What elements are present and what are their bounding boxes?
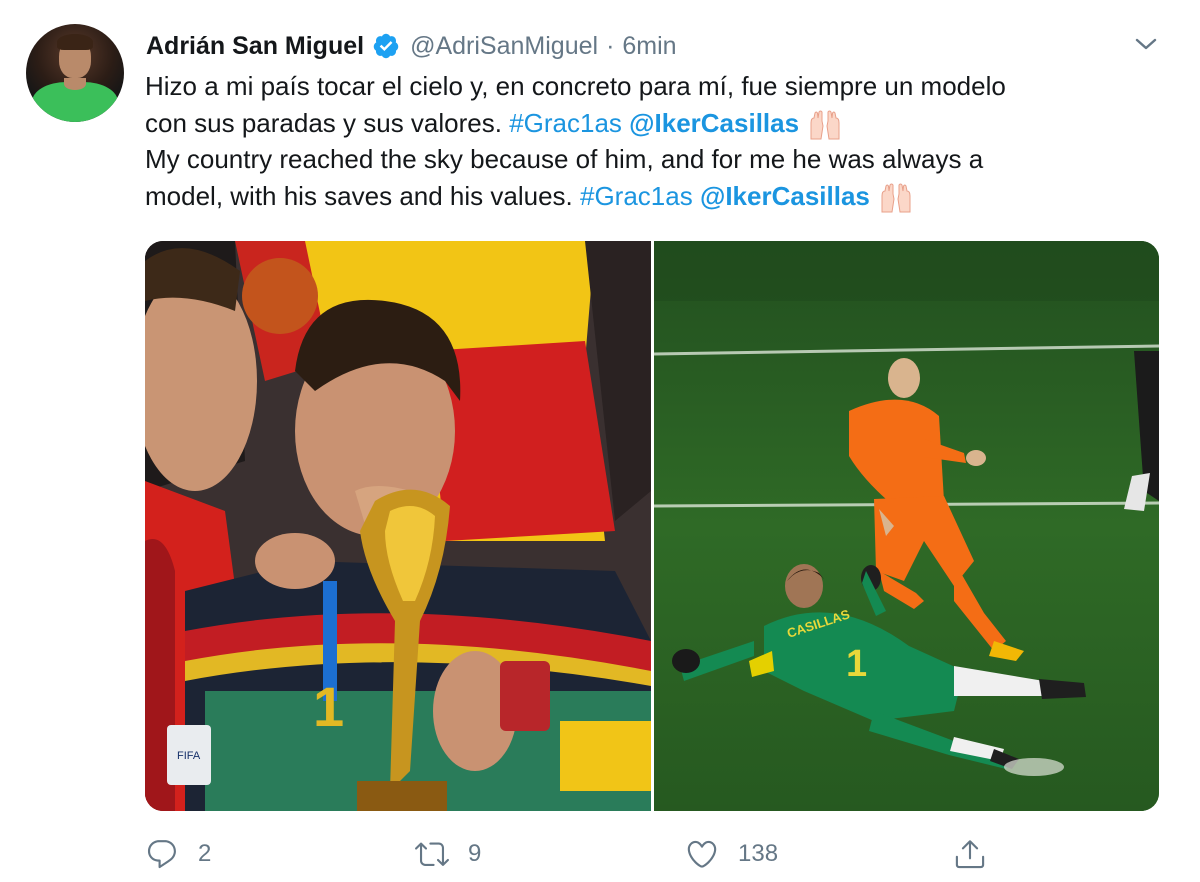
avatar-neck xyxy=(64,78,86,90)
tweet-text-segment: model, with his saves and his values. xyxy=(145,180,580,211)
tweet-media-grid: FIFA 1 CASILLAS 1 xyxy=(145,241,1159,811)
tweet-text-line-4: model, with his saves and his values. #G… xyxy=(145,178,1155,215)
author-handle[interactable]: @AdriSanMiguel xyxy=(410,32,598,61)
author-display-name[interactable]: Adrián San Miguel xyxy=(146,32,364,61)
right-jersey-number: 1 xyxy=(846,643,867,685)
media-photo-trophy-kiss[interactable]: FIFA 1 xyxy=(145,241,651,811)
hashtag-link[interactable]: #Grac1as xyxy=(509,108,622,138)
mention-link[interactable]: @IkerCasillas xyxy=(629,108,799,138)
author-avatar[interactable] xyxy=(26,24,124,122)
media-photo-save[interactable]: CASILLAS 1 xyxy=(654,241,1159,811)
heart-icon xyxy=(684,836,720,872)
share-button[interactable] xyxy=(952,834,988,874)
retweet-icon xyxy=(414,836,450,872)
raising-hands-emoji-icon xyxy=(805,109,845,141)
tweet-text-line-2: con sus paradas y sus valores. #Grac1as … xyxy=(145,105,1155,142)
meta-separator: · xyxy=(606,31,615,60)
avatar-hair xyxy=(57,34,93,50)
tweet-actions-bar: 2 9 138 xyxy=(144,834,1004,874)
share-icon xyxy=(952,836,988,872)
hashtag-link[interactable]: #Grac1as xyxy=(580,181,693,211)
left-jersey-number: 1 xyxy=(313,675,344,738)
mention-link[interactable]: @IkerCasillas xyxy=(700,181,870,211)
tweet-text-line-1: Hizo a mi país tocar el cielo y, en conc… xyxy=(145,71,1006,101)
tweet-text: Hizo a mi país tocar el cielo y, en conc… xyxy=(145,68,1155,214)
retweet-button[interactable]: 9 xyxy=(414,834,481,874)
raising-hands-emoji-icon xyxy=(876,182,916,214)
tweet-header: Adrián San Miguel @AdriSanMiguel · 6min xyxy=(146,28,677,64)
tweet-timestamp[interactable]: 6min xyxy=(622,32,676,61)
fifa-patch-label: FIFA xyxy=(177,750,201,762)
more-options-chevron-down-icon[interactable] xyxy=(1133,34,1159,54)
reply-count: 2 xyxy=(198,840,212,867)
tweet-card[interactable]: Adrián San Miguel @AdriSanMiguel · 6min … xyxy=(0,0,1200,882)
tweet-text-line-3: My country reached the sky because of hi… xyxy=(145,144,984,174)
reply-button[interactable]: 2 xyxy=(144,834,211,874)
reply-icon xyxy=(144,836,180,872)
retweet-count: 9 xyxy=(468,840,482,867)
tweet-text-segment: con sus paradas y sus valores. xyxy=(145,107,510,138)
like-button[interactable]: 138 xyxy=(684,834,778,874)
like-count: 138 xyxy=(738,840,779,867)
verified-badge-icon xyxy=(372,32,400,60)
